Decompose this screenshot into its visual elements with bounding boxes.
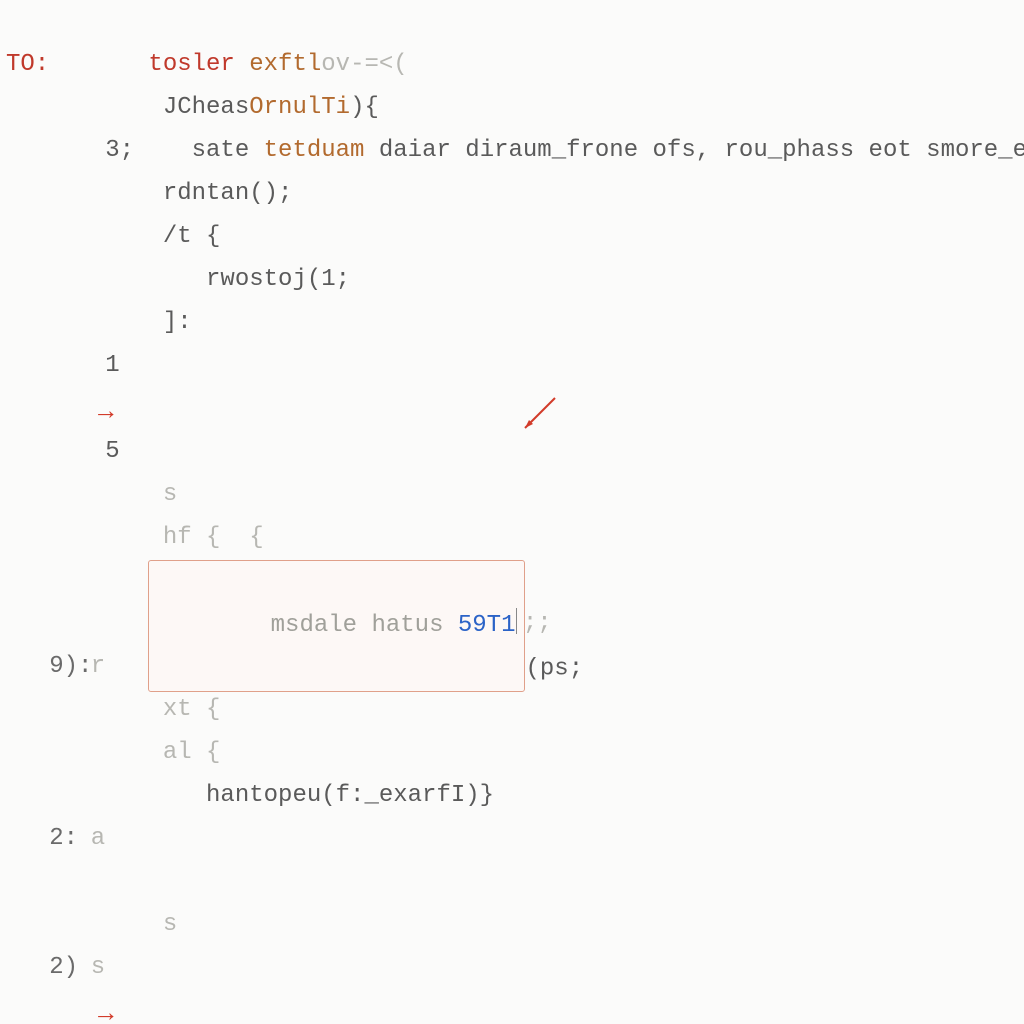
code-content[interactable]: /t { bbox=[62, 215, 1024, 258]
code-line[interactable]: → to ls a1: wwet bo l1{ bbox=[0, 989, 1024, 1024]
arrow-right-icon: → bbox=[98, 389, 114, 436]
arrow-diagonal-icon bbox=[402, 353, 442, 393]
code-line[interactable]: TO: JCheasOrnulTi){ bbox=[0, 43, 1024, 86]
text-caret bbox=[516, 608, 517, 634]
code-line[interactable]: ]: bbox=[0, 301, 1024, 344]
code-content[interactable]: rdntan(); bbox=[62, 172, 1024, 215]
code-line[interactable]: rwostoj(1; bbox=[0, 258, 1024, 301]
code-line[interactable]: 3; bbox=[0, 129, 1024, 172]
inline-suggestion[interactable]: msdale hatus 59T1 bbox=[148, 560, 525, 693]
suggestion-tail: (ps; bbox=[525, 655, 583, 682]
code-content[interactable]: 1 bbox=[62, 344, 1024, 387]
code-content[interactable]: ]: bbox=[62, 301, 1024, 344]
suggestion-text: msdale hatus bbox=[271, 612, 458, 639]
code-content[interactable]: s bbox=[62, 946, 1024, 989]
suggestion-number: 59T1 bbox=[458, 612, 516, 639]
code-line[interactable]: tosler exftlov-=<( bbox=[0, 0, 1024, 43]
code-line[interactable] bbox=[0, 860, 1024, 903]
code-content[interactable]: 3; bbox=[62, 129, 1024, 172]
code-line[interactable]: /t { bbox=[0, 215, 1024, 258]
code-content[interactable]: → to ls a1: wwet bo l1{ bbox=[62, 989, 1024, 1024]
gutter: 2) bbox=[0, 946, 62, 989]
code-content[interactable]: s bbox=[62, 903, 1024, 946]
code-line[interactable]: s bbox=[0, 903, 1024, 946]
inline-suggestion-line[interactable]: → msdale hatus 59T1 (ps; bbox=[0, 387, 1024, 430]
code-content[interactable]: rwostoj(1; bbox=[62, 258, 1024, 301]
gutter: 9): bbox=[0, 645, 62, 688]
gutter: 2: bbox=[0, 817, 62, 860]
gutter: TO: bbox=[0, 43, 62, 86]
code-line[interactable]: 2) s bbox=[0, 946, 1024, 989]
code-editor[interactable]: tosler exftlov-=<( TO: JCheasOrnulTi){ s… bbox=[0, 0, 1024, 1024]
code-line[interactable]: rdntan(); bbox=[0, 172, 1024, 215]
code-line[interactable]: 1 bbox=[0, 344, 1024, 387]
code-line[interactable]: sate tetduam daiar diraum_frone ofs, rou… bbox=[0, 86, 1024, 129]
code-content[interactable]: → msdale hatus 59T1 (ps; bbox=[62, 387, 1024, 865]
arrow-right-icon: → bbox=[98, 991, 114, 1024]
